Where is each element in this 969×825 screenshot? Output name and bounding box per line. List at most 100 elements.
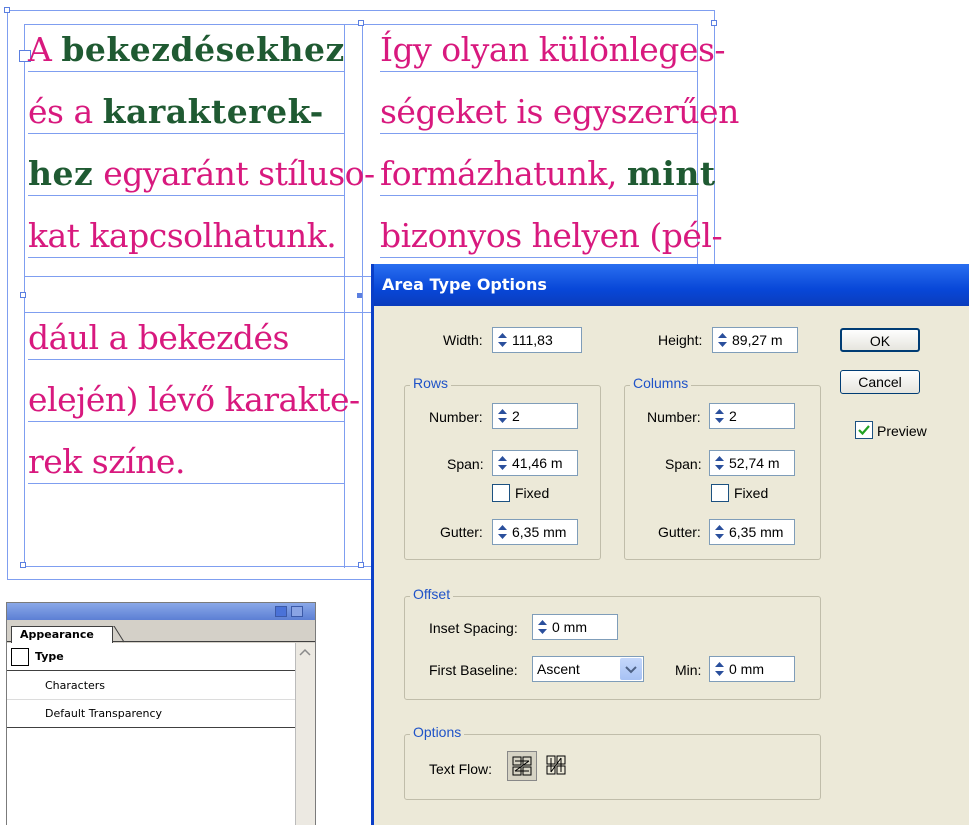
- height-field[interactable]: 89,27 m: [712, 327, 798, 353]
- area-type-options-dialog: Area Type Options Width: 111,83 Height: …: [371, 264, 969, 825]
- rows-number-field[interactable]: 2: [492, 403, 578, 429]
- selection-handle[interactable]: [711, 20, 717, 26]
- cancel-button[interactable]: Cancel: [840, 370, 920, 394]
- baseline-guide: [28, 195, 344, 196]
- spinner-icon[interactable]: [496, 407, 509, 425]
- baseline-guide: [380, 257, 697, 258]
- rows-group-title: Rows: [410, 375, 452, 391]
- selection-handle[interactable]: [358, 20, 364, 26]
- spinner-icon[interactable]: [713, 407, 726, 425]
- baseline-guide: [380, 195, 697, 196]
- panel-title-bar[interactable]: [7, 603, 315, 620]
- columns-span-field[interactable]: 52,74 m: [709, 450, 795, 476]
- minimize-icon[interactable]: [275, 606, 287, 617]
- scrollbar[interactable]: [295, 643, 315, 825]
- spinner-icon[interactable]: [716, 331, 729, 349]
- min-label: Min:: [675, 662, 702, 678]
- text-run: egyaránt stíluso-: [93, 154, 375, 193]
- text-flow-columns-icon: [546, 755, 566, 775]
- text-line: ségeket is egyszerűen: [380, 92, 739, 132]
- styled-text-run: bekezdésekhez: [61, 30, 345, 69]
- columns-span-label: Span:: [665, 456, 702, 472]
- baseline-guide: [380, 71, 697, 72]
- checkmark-icon: [858, 425, 870, 436]
- baseline-guide: [28, 71, 344, 72]
- baseline-guide: [28, 359, 344, 360]
- row-bottom-guide: [24, 566, 374, 567]
- rows-gutter-field[interactable]: 6,35 mm: [492, 519, 578, 545]
- tab-appearance[interactable]: Appearance: [11, 626, 113, 643]
- options-group-title: Options: [410, 724, 465, 740]
- baseline-guide: [380, 133, 697, 134]
- tab-corner-icon: [110, 626, 125, 643]
- columns-gutter-field[interactable]: 6,35 mm: [709, 519, 795, 545]
- min-field[interactable]: 0 mm: [709, 656, 795, 682]
- spinner-icon[interactable]: [496, 523, 509, 541]
- appearance-list: Type Characters Default Transparency: [7, 643, 295, 825]
- first-baseline-value: Ascent: [537, 661, 580, 677]
- width-field[interactable]: 111,83: [492, 327, 582, 353]
- baseline-guide: [28, 421, 344, 422]
- columns-number-field[interactable]: 2: [709, 403, 795, 429]
- spinner-icon[interactable]: [713, 523, 726, 541]
- fill-swatch-icon[interactable]: [11, 648, 29, 666]
- spinner-icon[interactable]: [496, 331, 509, 349]
- rows-span-value: 41,46 m: [512, 455, 563, 471]
- inset-spacing-field[interactable]: 0 mm: [532, 614, 618, 640]
- rows-fixed-label: Fixed: [515, 485, 550, 501]
- appearance-row-transparency[interactable]: Default Transparency: [7, 700, 295, 728]
- spinner-icon[interactable]: [713, 660, 726, 678]
- columns-fixed-label: Fixed: [734, 485, 769, 501]
- appearance-row-type[interactable]: Type: [7, 643, 295, 671]
- row-gutter-top-guide: [24, 276, 374, 277]
- spinner-icon[interactable]: [536, 618, 549, 636]
- selection-handle[interactable]: [4, 7, 10, 13]
- text-line: Így olyan különleges-: [380, 30, 726, 70]
- min-value: 0 mm: [729, 661, 764, 677]
- close-icon[interactable]: [291, 606, 303, 617]
- preview-label: Preview: [877, 423, 927, 439]
- dialog-title: Area Type Options: [382, 275, 547, 294]
- rows-span-field[interactable]: 41,46 m: [492, 450, 578, 476]
- appearance-row-characters[interactable]: Characters: [7, 672, 295, 700]
- dialog-title-bar[interactable]: Area Type Options: [374, 264, 969, 306]
- selection-handle[interactable]: [358, 562, 364, 568]
- panel-tab-strip: Appearance: [7, 620, 315, 643]
- text-line: hez egyaránt stíluso-: [28, 154, 375, 194]
- preview-checkbox[interactable]: [855, 421, 873, 439]
- text-run: bizonyos helyen (pél-: [380, 216, 723, 255]
- appearance-row-label: Default Transparency: [45, 707, 163, 720]
- text-run: A: [28, 30, 62, 69]
- text-run: kat kapcsolhatunk.: [28, 216, 337, 255]
- text-line: rek színe.: [28, 442, 185, 482]
- appearance-row-label: Type: [35, 650, 64, 663]
- text-run: formázhatunk,: [380, 154, 627, 193]
- offset-group: [404, 596, 821, 700]
- selection-handle[interactable]: [20, 292, 26, 298]
- text-line: bizonyos helyen (pél-: [380, 216, 723, 256]
- columns-fixed-checkbox[interactable]: [711, 484, 729, 502]
- baseline-guide: [28, 483, 344, 484]
- rows-gutter-value: 6,35 mm: [512, 524, 567, 540]
- column-gutter-mid-right-guide: [362, 24, 363, 568]
- text-run: elején) lévő karakte-: [28, 380, 360, 419]
- text-line: A bekezdésekhez: [28, 30, 345, 70]
- scroll-up-icon[interactable]: [299, 647, 311, 657]
- width-label: Width:: [443, 332, 483, 348]
- text-flow-by-rows-button[interactable]: [507, 751, 537, 781]
- ok-button[interactable]: OK: [840, 328, 920, 352]
- columns-span-value: 52,74 m: [729, 455, 780, 471]
- text-flow-rows-icon: [512, 756, 532, 776]
- selection-handle[interactable]: [20, 562, 26, 568]
- text-flow-by-columns-button[interactable]: [542, 751, 572, 781]
- rows-number-label: Number:: [429, 409, 483, 425]
- rows-fixed-checkbox[interactable]: [492, 484, 510, 502]
- first-baseline-label: First Baseline:: [429, 662, 518, 678]
- spinner-icon[interactable]: [496, 454, 509, 472]
- height-label: Height:: [658, 332, 703, 348]
- spinner-icon[interactable]: [713, 454, 726, 472]
- text-run: és a: [28, 92, 103, 131]
- text-line: elején) lévő karakte-: [28, 380, 360, 420]
- first-baseline-dropdown[interactable]: Ascent: [532, 656, 644, 682]
- chevron-down-icon[interactable]: [620, 658, 642, 680]
